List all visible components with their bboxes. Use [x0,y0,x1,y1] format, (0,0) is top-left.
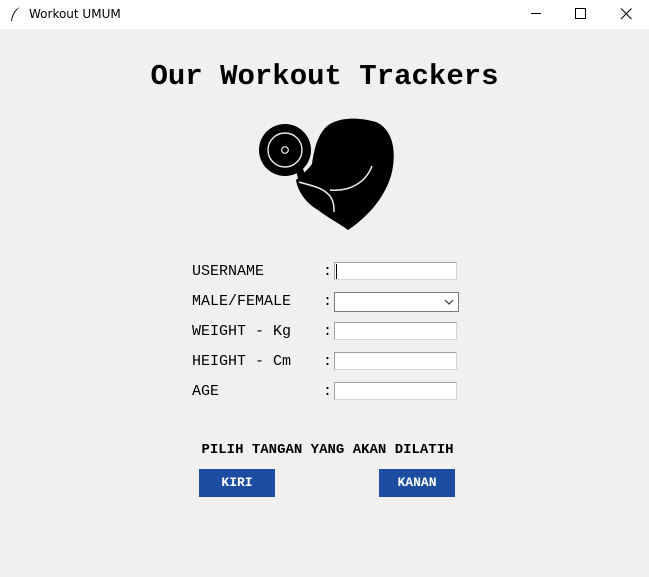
chevron-down-icon [444,299,454,305]
username-colon: : [323,263,333,280]
gender-dropdown[interactable] [334,292,459,312]
page-title: Our Workout Trackers [150,60,499,93]
maximize-button[interactable] [557,0,603,29]
window-title: Workout UMUM [29,7,121,21]
age-field[interactable] [334,382,457,400]
flexed-bicep-dumbbell-icon [259,118,394,230]
left-arm-button[interactable]: KIRI [199,469,275,497]
maximize-icon [575,8,586,19]
close-button[interactable] [603,0,649,29]
feather-icon [11,6,21,21]
height-colon: : [323,353,333,370]
right-arm-button[interactable]: KANAN [379,469,455,497]
weight-field[interactable] [334,322,457,340]
close-icon [620,8,632,20]
arm-selection-prompt: PILIH TANGAN YANG AKAN DILATIH [201,442,454,458]
weight-colon: : [323,323,333,340]
gender-colon: : [323,293,333,310]
height-label: HEIGHT - Cm [192,353,292,370]
minimize-icon [531,13,541,14]
age-label: AGE [192,383,220,400]
weight-label: WEIGHT - Kg [192,323,292,340]
text-cursor [336,264,337,279]
age-colon: : [323,383,333,400]
title-bar: Workout UMUM [0,0,649,29]
gender-label: MALE/FEMALE [192,293,292,310]
height-field[interactable] [334,352,457,370]
username-label: USERNAME [192,263,265,280]
minimize-button[interactable] [513,0,559,29]
username-field[interactable] [334,262,457,280]
